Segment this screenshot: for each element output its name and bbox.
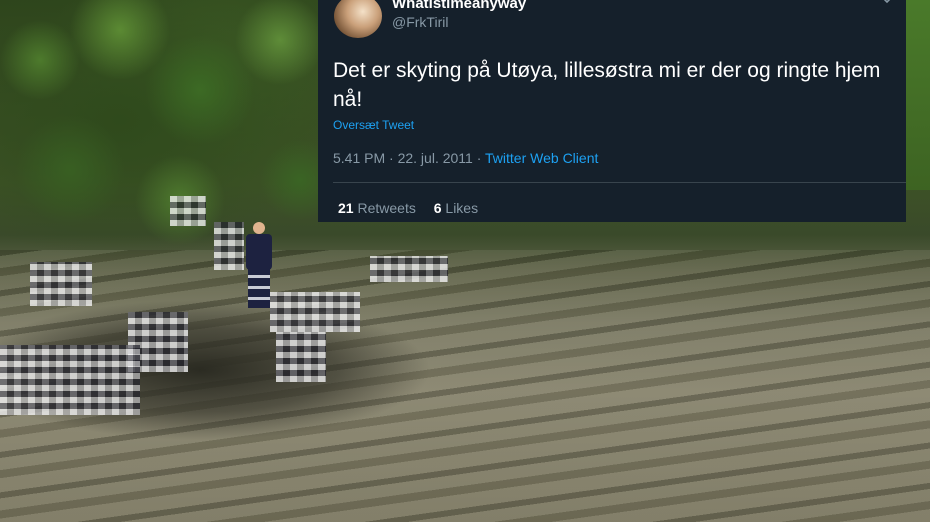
person-torso bbox=[246, 234, 272, 270]
pixelated-area bbox=[170, 196, 206, 226]
person-head bbox=[253, 222, 265, 234]
tweet-text: Det er skyting på Utøya, lillesøstra mi … bbox=[333, 59, 881, 111]
meta-separator: · bbox=[476, 150, 482, 166]
pixelated-area bbox=[30, 262, 92, 306]
translate-tweet-link[interactable]: Oversæt Tweet bbox=[333, 118, 414, 132]
pixelated-area bbox=[276, 332, 326, 382]
pixelated-area bbox=[0, 345, 140, 415]
foliage-right bbox=[906, 0, 930, 190]
divider bbox=[333, 182, 906, 183]
likes-count: 6 bbox=[433, 200, 442, 216]
retweets-count: 21 bbox=[338, 200, 354, 216]
pixelated-area bbox=[270, 292, 360, 332]
likes-stat[interactable]: 6 Likes bbox=[434, 200, 478, 216]
tweet-card[interactable]: Whatistimeanyway @FrkTiril Det er skytin… bbox=[318, 0, 906, 222]
chevron-down-icon[interactable] bbox=[880, 0, 894, 6]
tweet-stats: 21 Retweets 6 Likes bbox=[338, 200, 492, 216]
person-legs bbox=[248, 268, 270, 308]
retweets-label: Retweets bbox=[357, 200, 416, 216]
display-name[interactable]: Whatistimeanyway bbox=[392, 0, 526, 12]
timestamp[interactable]: 5.41 PM · 22. jul. 2011 bbox=[333, 150, 473, 166]
pixelated-area bbox=[370, 256, 448, 282]
likes-label: Likes bbox=[445, 200, 479, 216]
avatar[interactable] bbox=[334, 0, 382, 38]
tweet-meta: 5.41 PM · 22. jul. 2011 · Twitter Web Cl… bbox=[333, 150, 598, 166]
retweets-stat[interactable]: 21 Retweets bbox=[338, 200, 416, 216]
user-handle[interactable]: @FrkTiril bbox=[392, 14, 448, 30]
source-link[interactable]: Twitter Web Client bbox=[485, 150, 598, 166]
person-figure bbox=[240, 222, 276, 312]
